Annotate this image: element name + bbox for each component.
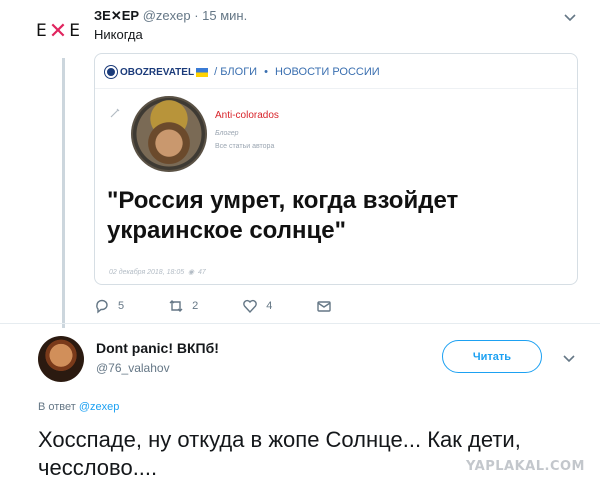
breadcrumb-russia-news: НОВОСТИ РОССИИ — [275, 66, 380, 78]
tweet-menu-chevron-icon[interactable] — [563, 10, 577, 24]
like-action[interactable]: 4 — [242, 298, 272, 314]
reply-to-handle-link[interactable]: @zexep — [79, 401, 120, 413]
reply-display-name[interactable]: Dont panic! ВКПб! — [96, 340, 219, 356]
watermark: YAPLAKAL.COM — [466, 459, 585, 474]
envelope-icon — [317, 301, 332, 312]
article-date-text: 02 декабря 2018, 18:05 — [109, 269, 185, 276]
card-nav: OBOZREVATEL / БЛОГИ • НОВОСТИ РОССИИ — [105, 66, 380, 78]
follow-button[interactable]: Читать — [442, 340, 542, 373]
quoted-display-name[interactable]: ЗЕ✕ЕР — [94, 8, 139, 23]
message-action[interactable] — [316, 298, 340, 314]
reply-menu-chevron-icon[interactable] — [562, 351, 576, 365]
breadcrumb-blogs: БЛОГИ — [220, 66, 258, 78]
retweet-icon — [169, 300, 183, 312]
ukraine-flag-icon — [196, 67, 209, 77]
link-preview-card[interactable]: OBOZREVATEL / БЛОГИ • НОВОСТИ РОССИИ Ant… — [94, 53, 578, 285]
article-date: 02 декабря 2018, 18:05 ◉ 47 — [109, 268, 206, 276]
breadcrumb-slash: / — [214, 66, 218, 78]
author-name: Anti-colorados — [215, 110, 279, 121]
heart-icon — [243, 299, 258, 314]
quoted-tweet-actions: 5 2 4 — [94, 298, 384, 314]
breadcrumb: / БЛОГИ • НОВОСТИ РОССИИ — [214, 66, 380, 78]
avatar-logo-x: ✕ — [48, 18, 69, 44]
avatar-logo-text: E — [36, 21, 48, 41]
reply-to-line: В ответ @zexep — [38, 401, 119, 413]
obozrevatel-logo-icon — [105, 66, 117, 78]
author-all-articles: Все статьи автора — [215, 143, 275, 150]
reply-icon — [96, 299, 108, 314]
article-headline: "Россия умрет, когда взойдет украинское … — [107, 187, 459, 244]
reply-handle[interactable]: @76_valahov — [96, 361, 170, 375]
quoted-handle[interactable]: @zexep — [143, 8, 191, 23]
thread-line — [62, 58, 65, 328]
card-divider — [95, 88, 577, 89]
quoted-tweet-header: ЗЕ✕ЕР @zexep · 15 мин. — [94, 8, 247, 24]
author-role: Блогер — [215, 130, 239, 137]
author-photo — [131, 96, 207, 172]
avatar-logo-text-end: E — [69, 21, 81, 41]
reply-action[interactable]: 5 — [94, 298, 124, 314]
card-brand: OBOZREVATEL — [120, 66, 195, 78]
reply-count: 5 — [118, 300, 125, 312]
eye-icon: ◉ — [186, 269, 197, 276]
pen-icon — [109, 106, 121, 118]
exe-avatar[interactable]: E ✕ E — [36, 16, 90, 46]
avatar[interactable] — [38, 336, 84, 382]
tweet-divider — [0, 323, 600, 324]
quoted-time[interactable]: · 15 мин. — [194, 8, 247, 23]
article-views: 47 — [198, 269, 206, 276]
reply-to-prefix: В ответ — [38, 401, 76, 413]
retweet-count: 2 — [192, 300, 199, 312]
like-count: 4 — [266, 300, 273, 312]
retweet-action[interactable]: 2 — [168, 298, 198, 314]
breadcrumb-separator: • — [264, 66, 268, 78]
quoted-tweet-text: Никогда — [94, 27, 143, 42]
